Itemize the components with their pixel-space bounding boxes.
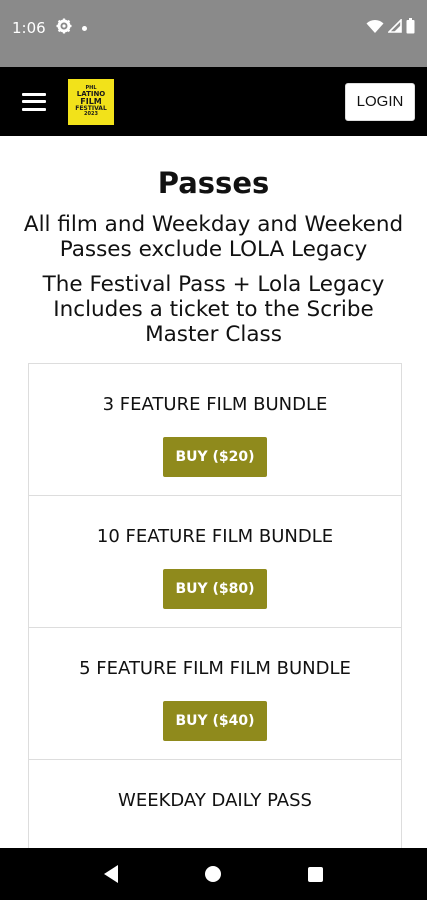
status-bar-gap [0, 56, 427, 67]
pass-name: 3 FEATURE FILM BUNDLE [102, 394, 328, 415]
festival-logo[interactable]: PHL LATINO FILM FESTIVAL 2023 [68, 78, 114, 125]
pass-card: 10 FEATURE FILM BUNDLE BUY ($80) [29, 496, 401, 628]
buy-button[interactable]: BUY ($40) [163, 701, 267, 741]
pass-card: 5 FEATURE FILM FILM BUNDLE BUY ($40) [29, 628, 401, 760]
pass-list: 3 FEATURE FILM BUNDLE BUY ($20) 10 FEATU… [28, 363, 402, 848]
pass-card: WEEKDAY DAILY PASS [29, 760, 401, 848]
app-bar: PHL LATINO FILM FESTIVAL 2023 LOGIN [0, 67, 427, 136]
battery-icon [406, 18, 415, 38]
back-icon[interactable] [103, 865, 118, 883]
navigation-bar [0, 848, 427, 900]
pass-notice-1: All film and Weekday and Weekend Passes … [23, 212, 404, 262]
recents-icon[interactable] [308, 866, 324, 882]
login-button[interactable]: LOGIN [345, 82, 415, 121]
page-title: Passes [157, 166, 270, 200]
pass-notice-2: The Festival Pass + Lola Legacy Includes… [42, 272, 385, 347]
status-bar: 1:06 [0, 0, 427, 56]
cellular-icon [387, 18, 402, 37]
pass-name: 5 FEATURE FILM FILM BUNDLE [79, 658, 351, 679]
pass-card: 3 FEATURE FILM BUNDLE BUY ($20) [29, 364, 401, 496]
logo-line: 2023 [84, 111, 98, 117]
gear-icon [56, 18, 72, 38]
home-icon[interactable] [204, 866, 221, 882]
status-time: 1:06 [12, 19, 46, 37]
pass-name: 10 FEATURE FILM BUNDLE [96, 526, 334, 547]
buy-button[interactable]: BUY ($80) [163, 569, 267, 609]
pass-name: WEEKDAY DAILY PASS [118, 790, 312, 811]
buy-button[interactable]: BUY ($20) [163, 437, 267, 477]
hamburger-menu-icon[interactable] [22, 92, 46, 111]
app-screen: 1:06 PHL LATINO FILM FESTIVAL 2023 LOGIN… [0, 0, 427, 900]
notification-dot-icon [81, 25, 87, 31]
main-content[interactable]: Passes All film and Weekday and Weekend … [0, 136, 427, 848]
wifi-icon [366, 19, 384, 38]
